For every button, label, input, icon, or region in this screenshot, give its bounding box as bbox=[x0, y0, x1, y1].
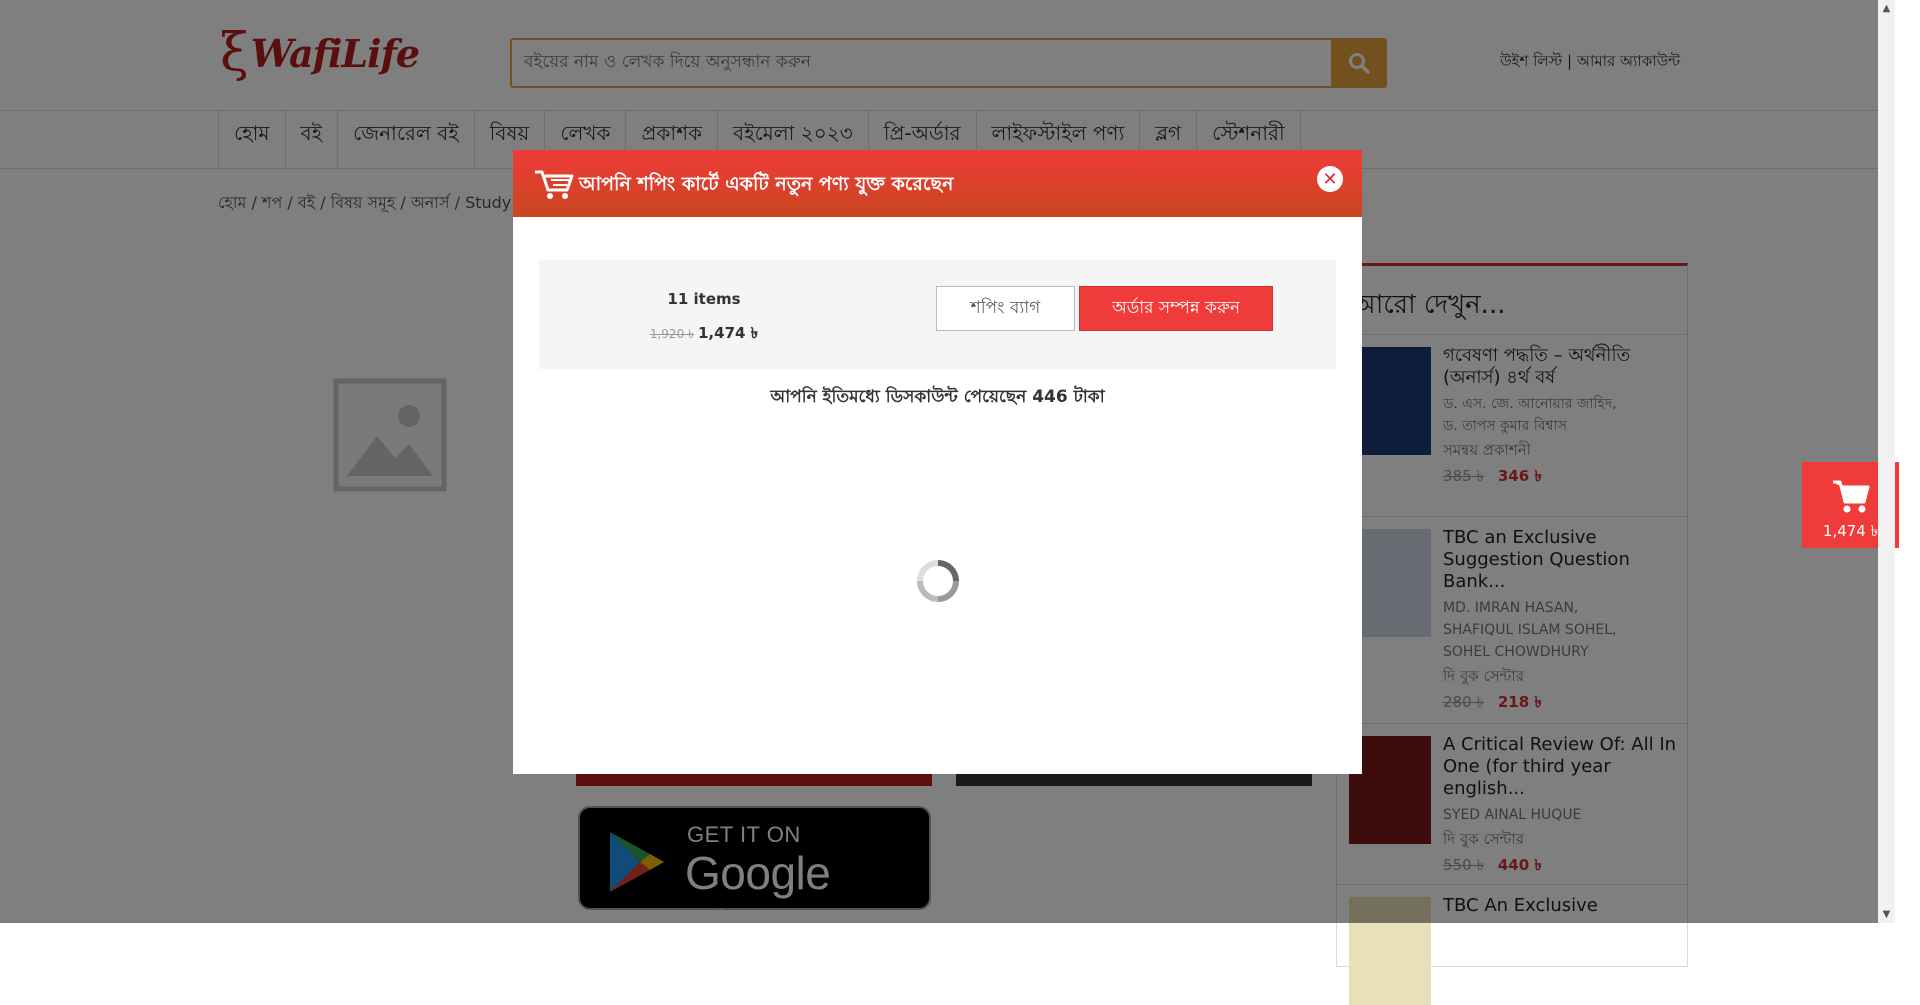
cart-icon bbox=[1833, 480, 1870, 513]
add-to-cart-modal: আপনি শপিং কার্টে একটি নতুন পণ্য যুক্ত কর… bbox=[513, 150, 1362, 774]
cart-original-total: 1,920 ৳ bbox=[649, 327, 694, 341]
cart-items-count: 11 items bbox=[667, 290, 741, 308]
close-icon[interactable]: ✕ bbox=[1317, 166, 1343, 192]
cart-total: 1,474 ৳ bbox=[698, 324, 759, 342]
shopping-cart-icon bbox=[535, 170, 574, 199]
modal-header: আপনি শপিং কার্টে একটি নতুন পণ্য যুক্ত কর… bbox=[513, 150, 1362, 217]
loading-spinner-icon bbox=[917, 560, 959, 602]
modal-title: আপনি শপিং কার্টে একটি নতুন পণ্য যুক্ত কর… bbox=[579, 173, 954, 195]
discount-message: আপনি ইতিমধ্যে ডিসকাউন্ট পেয়েছেন 446 টাক… bbox=[770, 387, 1105, 407]
scroll-down-arrow-icon[interactable]: ▼ bbox=[1878, 906, 1895, 923]
complete-order-button[interactable]: অর্ডার সম্পন্ন করুন bbox=[1079, 286, 1273, 331]
scroll-up-arrow-icon[interactable]: ▲ bbox=[1878, 0, 1895, 17]
page-scrollbar[interactable]: ▲ ▼ bbox=[1878, 0, 1895, 923]
cart-price: 1,920 ৳ 1,474 ৳ bbox=[539, 322, 869, 347]
shopping-bag-button[interactable]: শপিং ব্যাগ bbox=[936, 286, 1075, 331]
cart-summary: 11 items 1,920 ৳ 1,474 ৳ শপিং ব্যাগ অর্ডা… bbox=[539, 260, 1336, 369]
